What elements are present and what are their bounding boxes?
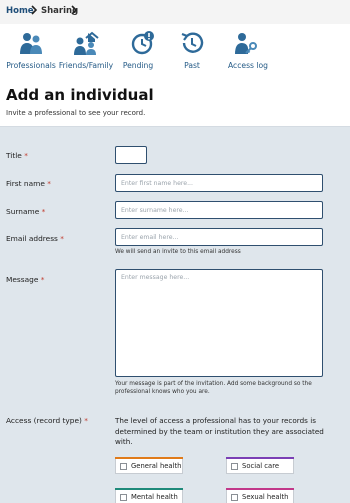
breadcrumb: Home Sharing bbox=[0, 0, 350, 24]
checkbox-box[interactable] bbox=[231, 494, 238, 501]
message-field[interactable] bbox=[115, 269, 323, 377]
chevron-right-icon bbox=[71, 5, 77, 15]
nav-label-access-log: Access log bbox=[228, 61, 268, 70]
title-label: Title * bbox=[6, 151, 28, 160]
first-name-field[interactable] bbox=[115, 174, 323, 192]
email-hint: We will send an invite to this email add… bbox=[115, 249, 241, 255]
checkbox-label: Mental health bbox=[131, 493, 178, 501]
sharing-nav: Professionals Friends/Family Pending Pas… bbox=[0, 24, 350, 74]
email-field[interactable] bbox=[115, 228, 323, 246]
checkbox-box[interactable] bbox=[120, 494, 127, 501]
checkbox-label: General health bbox=[131, 462, 182, 470]
past-history-icon bbox=[181, 32, 204, 53]
message-hint-line-2: professional knows who you are. bbox=[115, 389, 210, 395]
checkbox-mental-health[interactable]: Mental health bbox=[115, 488, 183, 503]
checkbox-general-health[interactable]: General health bbox=[115, 457, 183, 474]
access-log-key-icon bbox=[235, 33, 257, 54]
access-label: Access (record type) * bbox=[6, 416, 88, 425]
record-type-color-bar bbox=[115, 457, 183, 459]
checkbox-box[interactable] bbox=[231, 463, 238, 470]
checkbox-social-care[interactable]: Social care bbox=[226, 457, 294, 474]
chevron-right-icon bbox=[31, 5, 37, 15]
surname-label: Surname * bbox=[6, 207, 46, 216]
checkbox-label: Social care bbox=[242, 462, 280, 470]
nav-item-access-log[interactable]: Access log bbox=[218, 24, 278, 74]
checkbox-box[interactable] bbox=[120, 463, 127, 470]
checkbox-label: Sexual health bbox=[242, 493, 289, 501]
record-type-color-bar bbox=[226, 488, 294, 490]
email-label: Email address * bbox=[6, 234, 64, 243]
record-type-color-bar bbox=[115, 488, 183, 490]
professionals-icon bbox=[20, 33, 42, 54]
page-title: Add an individual bbox=[6, 86, 154, 104]
checkbox-sexual-health[interactable]: Sexual health bbox=[226, 488, 294, 503]
first-name-label: First name * bbox=[6, 179, 51, 188]
friends-family-icon bbox=[74, 31, 99, 55]
surname-field[interactable] bbox=[115, 201, 323, 219]
page-subtitle: Invite a professional to see your record… bbox=[6, 109, 146, 117]
message-label: Message * bbox=[6, 275, 45, 284]
message-hint-line-1: Your message is part of the invitation. … bbox=[115, 381, 312, 387]
pending-clock-icon bbox=[131, 31, 154, 55]
access-description: The level of access a professional has t… bbox=[115, 416, 324, 446]
record-type-color-bar bbox=[226, 457, 294, 459]
page-header: Add an individual Invite a professional … bbox=[0, 74, 350, 127]
breadcrumb-home-link[interactable]: Home bbox=[6, 6, 34, 16]
title-field[interactable] bbox=[115, 146, 147, 164]
